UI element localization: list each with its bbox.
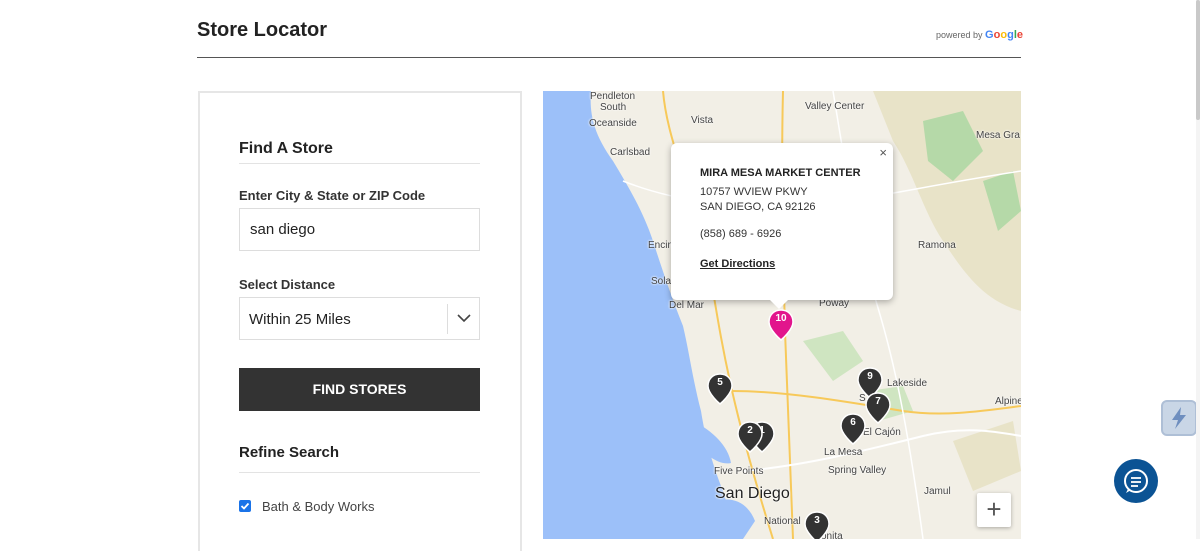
store-marker-7[interactable]: 7 (865, 392, 891, 424)
map-label-lakeside: Lakeside (887, 378, 928, 389)
powered-by-google: powered by Google (936, 29, 1023, 41)
store-marker-number: 10 (775, 313, 787, 324)
store-address-line2: SAN DIEGO, CA 92126 (700, 201, 816, 213)
map-label-five-points: Five Points (714, 466, 764, 477)
distance-select-value: Within 25 Miles (249, 311, 351, 328)
map-label-south: South (600, 102, 627, 113)
store-marker-number: 2 (747, 425, 753, 436)
map-label-sola: Sola (651, 276, 672, 287)
city-label: Enter City & State or ZIP Code (239, 188, 426, 203)
map-label-jamul: Jamul (924, 486, 951, 497)
find-stores-button[interactable]: FIND STORES (239, 368, 480, 411)
store-marker-number: 6 (850, 417, 856, 428)
map-label-mesa-gra: Mesa Gra (976, 130, 1020, 141)
lightning-icon (1172, 407, 1186, 429)
scrollbar-thumb[interactable] (1196, 0, 1200, 120)
bath-body-works-checkbox[interactable] (239, 500, 251, 512)
zoom-in-button[interactable]: + (977, 493, 1011, 527)
store-marker-2[interactable]: 2 (737, 421, 763, 453)
distance-select[interactable]: Within 25 Miles (239, 297, 480, 340)
map-label-national: National (764, 516, 801, 527)
map-label-spring-valley: Spring Valley (828, 465, 887, 476)
map-label-vista: Vista (691, 115, 714, 126)
store-marker-3[interactable]: 3 (804, 511, 830, 539)
store-info-popup: × MIRA MESA MARKET CENTER 10757 WVIEW PK… (671, 143, 893, 309)
map-label-carlsbad: Carlsbad (610, 147, 651, 158)
search-panel: Find A Store Enter City & State or ZIP C… (198, 91, 522, 551)
store-marker-5[interactable]: 5 (707, 373, 733, 405)
store-phone[interactable]: (858) 689 - 6926 (700, 228, 781, 240)
page-title: Store Locator (197, 19, 328, 41)
title-divider (239, 163, 480, 164)
map-label-del-mar: Del Mar (669, 300, 705, 311)
select-divider (447, 304, 448, 334)
store-marker-number: 7 (875, 396, 881, 407)
powered-by-text: powered by (936, 30, 983, 40)
extension-icon[interactable] (1161, 400, 1197, 436)
map-label-ramona: Ramona (918, 240, 956, 251)
find-store-title: Find A Store (239, 140, 333, 157)
store-marker-number: 3 (814, 515, 820, 526)
bath-body-works-label: Bath & Body Works (262, 499, 375, 514)
chat-icon (1124, 469, 1148, 493)
close-icon[interactable]: × (879, 145, 887, 160)
map-label-la-mesa: La Mesa (824, 447, 863, 458)
store-name: MIRA MESA MARKET CENTER (700, 167, 861, 179)
store-marker-number: 9 (867, 371, 873, 382)
chevron-down-icon (457, 314, 471, 323)
map-label-pendleton: Pendleton (590, 91, 636, 102)
get-directions-link[interactable]: Get Directions (700, 258, 775, 270)
store-marker-6[interactable]: 6 (840, 413, 866, 445)
store-marker-number: 5 (717, 377, 723, 388)
map-label-encin: Encin (648, 240, 674, 251)
map-label-oceanside: Oceanside (589, 118, 637, 129)
map-label-san-diego: San Diego (715, 485, 790, 502)
city-search-input[interactable] (239, 208, 480, 251)
google-logo: Google (985, 29, 1023, 41)
map-label-valley-center: Valley Center (805, 101, 865, 112)
checkmark-icon (240, 502, 250, 510)
refine-divider (239, 472, 480, 473)
popup-tail (767, 297, 791, 309)
map[interactable]: Pendleton South Oceanside Vista Valley C… (543, 91, 1021, 539)
map-label-el-cajon: El Cajón (863, 427, 901, 438)
store-marker-10[interactable]: 10 (768, 309, 794, 341)
refine-search-title: Refine Search (239, 444, 340, 461)
header-divider (197, 57, 1021, 58)
map-label-alpine: Alpine (995, 396, 1021, 407)
store-address-line1: 10757 WVIEW PKWY (700, 186, 808, 198)
chat-button[interactable] (1114, 459, 1158, 503)
distance-label: Select Distance (239, 277, 336, 292)
